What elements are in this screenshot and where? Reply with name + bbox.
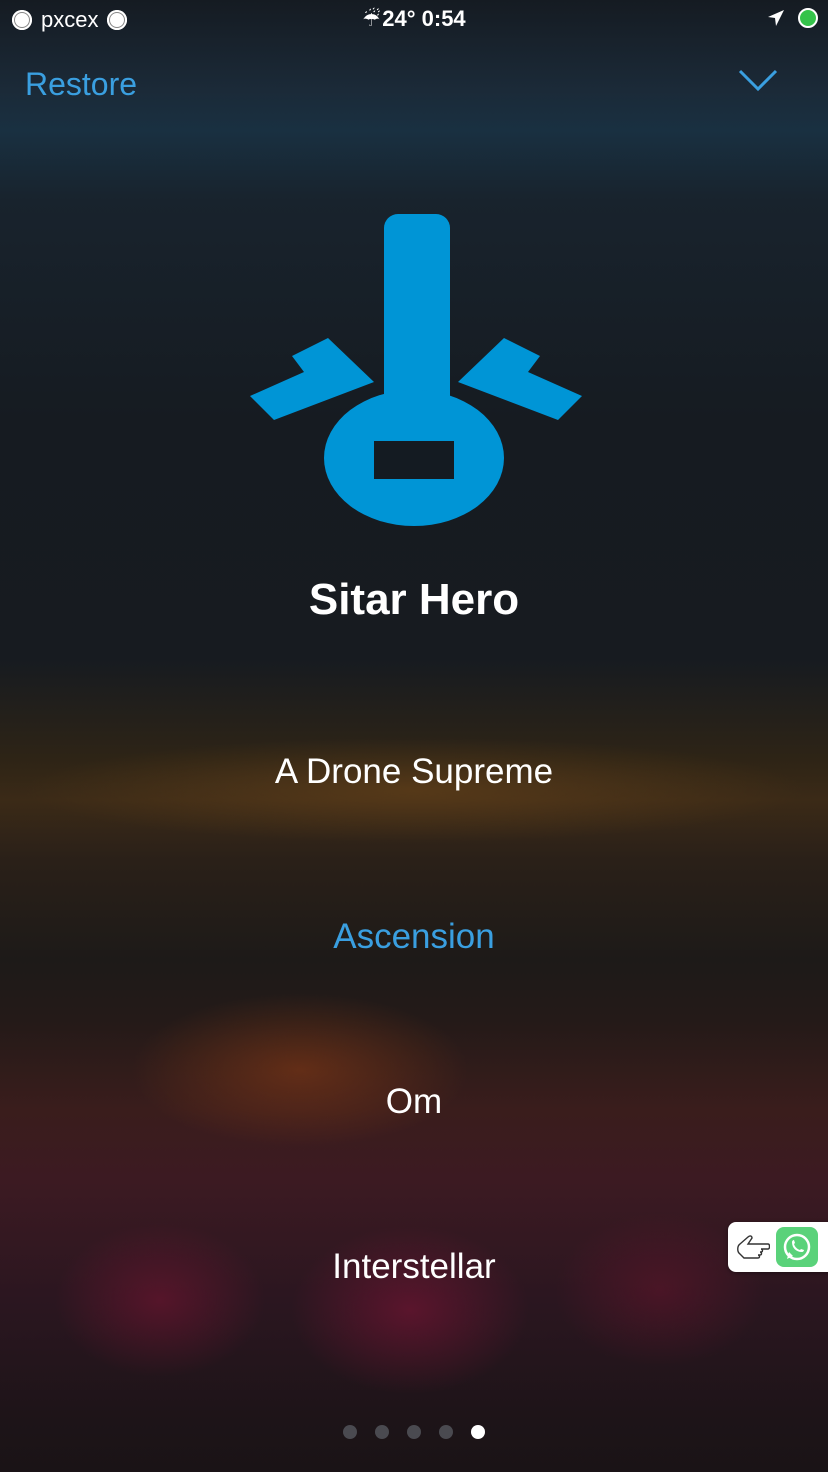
page-dot-active[interactable] bbox=[471, 1425, 485, 1439]
track-item-om[interactable]: Om bbox=[0, 1082, 828, 1122]
restore-button[interactable]: Restore bbox=[25, 66, 137, 103]
status-bar: pxcex ☔24° 0:54 bbox=[0, 0, 828, 42]
rain-umbrella-icon: ☔ bbox=[362, 9, 381, 31]
chevron-down-icon[interactable] bbox=[738, 68, 778, 94]
track-item-drone-supreme[interactable]: A Drone Supreme bbox=[0, 752, 828, 792]
battery-status-icon bbox=[798, 8, 818, 28]
whatsapp-icon[interactable] bbox=[776, 1227, 818, 1267]
page-dot[interactable] bbox=[407, 1425, 421, 1439]
status-center: ☔24° 0:54 bbox=[0, 6, 828, 32]
page-indicator[interactable] bbox=[0, 1425, 828, 1439]
app-title: Sitar Hero bbox=[308, 575, 520, 624]
floating-share-widget[interactable] bbox=[728, 1222, 828, 1272]
track-item-interstellar[interactable]: Interstellar bbox=[0, 1247, 828, 1287]
page-dot[interactable] bbox=[343, 1425, 357, 1439]
status-time: 24° 0:54 bbox=[382, 6, 466, 31]
pointing-hand-icon[interactable] bbox=[734, 1232, 770, 1262]
page-dot[interactable] bbox=[439, 1425, 453, 1439]
page-dot[interactable] bbox=[375, 1425, 389, 1439]
status-right bbox=[766, 8, 818, 28]
location-arrow-icon bbox=[768, 10, 784, 26]
track-item-ascension[interactable]: Ascension bbox=[0, 917, 828, 957]
sitar-logo-icon bbox=[250, 214, 582, 526]
